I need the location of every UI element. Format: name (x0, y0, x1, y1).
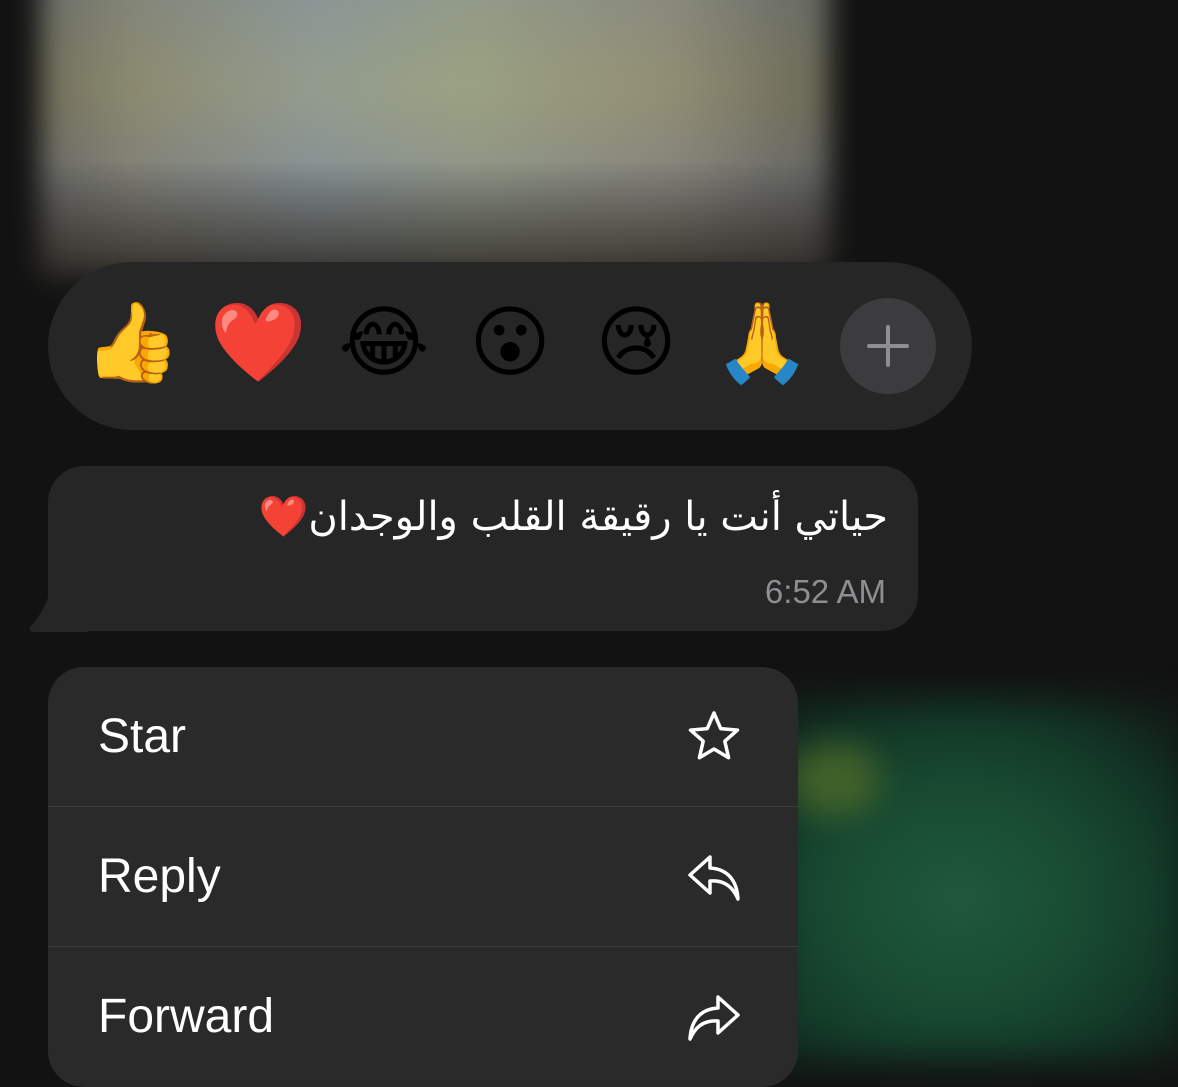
menu-item-label: Reply (98, 850, 221, 903)
reaction-crying[interactable]: 😢 (586, 292, 686, 392)
reply-icon (688, 855, 740, 901)
menu-item-reply[interactable]: Reply (48, 807, 798, 947)
menu-item-label: Star (98, 710, 187, 763)
menu-item-star[interactable]: Star (48, 667, 798, 807)
more-reactions-button[interactable] (840, 298, 936, 394)
reaction-tears-of-joy[interactable]: 😂 (334, 292, 434, 392)
menu-item-label: Forward (98, 990, 275, 1043)
reaction-red-heart[interactable]: ❤️ (208, 292, 308, 392)
message-text: حياتي أنت يا رقيقة القلب والوجدان❤️ (258, 494, 888, 540)
reaction-thumbs-up[interactable]: 👍 (82, 292, 182, 392)
forward-icon (688, 995, 740, 1041)
message-bubble[interactable]: حياتي أنت يا رقيقة القلب والوجدان❤️ 6:52… (48, 466, 918, 631)
message-context-menu: Star Reply Forward (48, 667, 798, 1087)
star-icon (688, 711, 740, 760)
blurred-highlight (790, 745, 880, 815)
reaction-bar: 👍 ❤️ 😂 😮 😢 🙏 (48, 262, 972, 430)
message-timestamp: 6:52 AM (764, 573, 886, 610)
reaction-folded-hands[interactable]: 🙏 (712, 292, 812, 392)
plus-icon (867, 325, 909, 367)
menu-item-forward[interactable]: Forward (48, 947, 798, 1087)
reaction-surprised[interactable]: 😮 (460, 292, 560, 392)
